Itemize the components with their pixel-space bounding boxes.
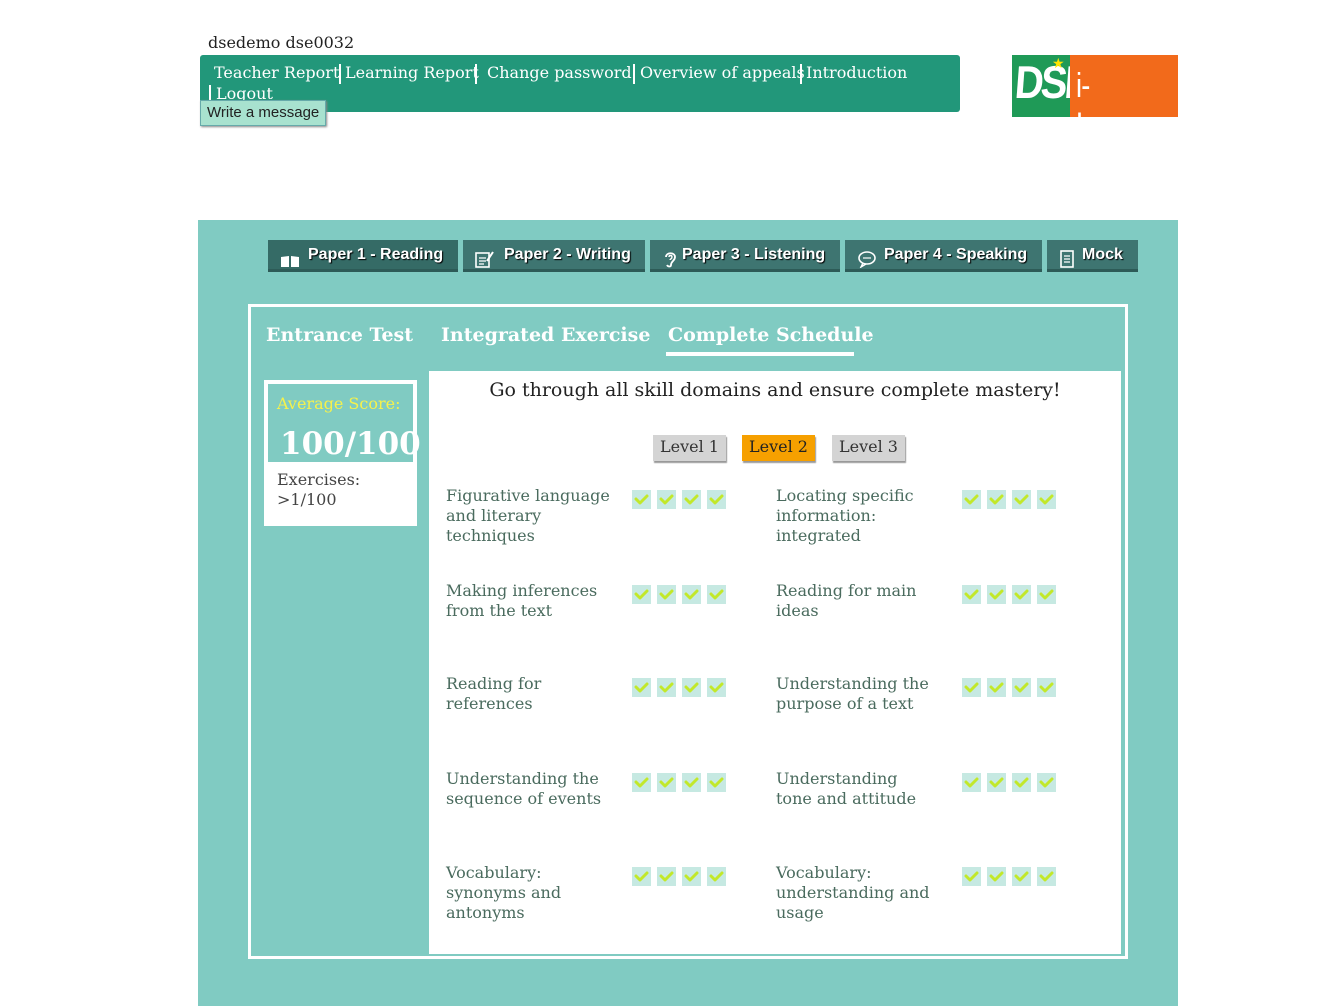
nav-separator <box>339 64 341 84</box>
nav-separator <box>633 64 635 84</box>
check-icon <box>707 678 726 697</box>
check-icon <box>657 678 676 697</box>
nav-separator <box>800 64 802 84</box>
level-1-button[interactable]: Level 1 <box>653 435 726 461</box>
skill-name: Reading for references <box>446 674 542 713</box>
exercises-value: >1/100 <box>277 490 337 509</box>
notepad-pencil-icon <box>475 249 494 268</box>
tab-label: Paper 4 - Speaking <box>884 246 1028 263</box>
tab-paper-1-reading[interactable]: Paper 1 - Reading <box>268 240 458 272</box>
nav-overview-appeals[interactable]: Overview of appeals <box>640 63 805 82</box>
schedule-content: Go through all skill domains and ensure … <box>429 371 1121 954</box>
skill-name: Vocabulary: understanding and usage <box>776 863 930 922</box>
check-icon <box>682 585 701 604</box>
schedule-headline: Go through all skill domains and ensure … <box>489 379 1061 401</box>
check-icon <box>632 490 651 509</box>
check-icon <box>682 678 701 697</box>
check-icon <box>962 678 981 697</box>
active-subtab-underline <box>666 352 854 356</box>
exercises-info: Exercises: >1/100 <box>277 470 360 510</box>
nav-learning-report[interactable]: Learning Report <box>345 63 479 82</box>
check-icon <box>962 773 981 792</box>
check-icon <box>987 867 1006 886</box>
check-icon <box>962 490 981 509</box>
check-icon <box>632 678 651 697</box>
nav-change-password[interactable]: Change password <box>487 63 632 82</box>
check-icon <box>1037 678 1056 697</box>
subtab-complete-schedule[interactable]: Complete Schedule <box>668 324 874 346</box>
speech-bubble-icon <box>857 249 876 269</box>
nav-separator <box>209 85 211 101</box>
skill-name: Understanding the purpose of a text <box>776 674 929 713</box>
skill-name: Reading for main ideas <box>776 581 917 620</box>
check-icon <box>1012 773 1031 792</box>
check-icon <box>707 867 726 886</box>
exercises-label: Exercises: <box>277 470 361 489</box>
nav-separator <box>475 64 477 84</box>
check-icon <box>1012 867 1031 886</box>
check-icon <box>1012 585 1031 604</box>
skill-name: Making inferences from the text <box>446 581 598 620</box>
tab-label: Paper 1 - Reading <box>308 246 444 263</box>
check-icon <box>682 867 701 886</box>
logo-green-block: DSE ★ <box>1012 55 1090 117</box>
skill-name: Figurative language and literary techniq… <box>446 486 610 545</box>
level-3-button[interactable]: Level 3 <box>832 435 905 461</box>
tab-paper-2-writing[interactable]: Paper 2 - Writing <box>463 240 645 272</box>
nav-introduction[interactable]: Introduction <box>806 63 907 82</box>
subtab-integrated-exercise[interactable]: Integrated Exercise <box>441 324 650 346</box>
check-icon <box>657 585 676 604</box>
check-icon <box>707 773 726 792</box>
check-icon <box>657 773 676 792</box>
tab-mock[interactable]: Mock <box>1047 240 1138 272</box>
tab-label: Mock <box>1082 246 1123 263</box>
tab-paper-4-speaking[interactable]: Paper 4 - Speaking <box>845 240 1042 272</box>
subtab-entrance-test[interactable]: Entrance Test <box>266 324 413 346</box>
check-icon <box>1037 490 1056 509</box>
user-name: dsedemo dse0032 <box>208 33 355 52</box>
tab-label: Paper 2 - Writing <box>504 246 631 263</box>
check-icon <box>962 867 981 886</box>
logo-ilearner-text: i-Learner <box>1076 67 1165 144</box>
check-icon <box>707 585 726 604</box>
book-icon <box>280 249 299 267</box>
tab-label: Paper 3 - Listening <box>682 246 826 263</box>
nav-teacher-report[interactable]: Teacher Report <box>214 63 339 82</box>
check-icon <box>1037 585 1056 604</box>
check-icon <box>1037 773 1056 792</box>
skill-name: Understanding tone and attitude <box>776 769 917 808</box>
star-icon: ★ <box>1052 56 1065 72</box>
check-icon <box>632 867 651 886</box>
check-icon <box>987 490 1006 509</box>
check-icon <box>987 678 1006 697</box>
write-message-button[interactable]: Write a message <box>200 100 327 126</box>
check-icon <box>987 773 1006 792</box>
score-header: Average Score: 100/100 <box>268 384 421 462</box>
check-icon <box>1012 490 1031 509</box>
check-icon <box>962 585 981 604</box>
check-icon <box>987 585 1006 604</box>
score-card: Average Score: 100/100 Exercises: >1/100 <box>264 380 421 526</box>
check-icon <box>682 490 701 509</box>
tab-paper-3-listening[interactable]: Paper 3 - Listening <box>650 240 840 272</box>
check-icon <box>632 773 651 792</box>
check-icon <box>707 490 726 509</box>
skill-name: Locating specific information: integrate… <box>776 486 914 545</box>
nav-logout[interactable]: Logout <box>216 84 273 100</box>
level-2-button[interactable]: Level 2 <box>742 435 815 461</box>
logo-orange-block: i-Learner <box>1070 55 1178 144</box>
average-score-label: Average Score: <box>277 394 401 413</box>
check-icon <box>632 585 651 604</box>
ear-icon <box>662 249 680 268</box>
check-icon <box>657 867 676 886</box>
dse-ilearner-logo: DSE ★ i-Learner <box>1012 55 1178 144</box>
document-icon <box>1059 249 1077 268</box>
check-icon <box>1037 867 1056 886</box>
check-icon <box>1012 678 1031 697</box>
skill-name: Understanding the sequence of events <box>446 769 602 808</box>
average-score-value: 100/100 <box>280 426 421 462</box>
check-icon <box>682 773 701 792</box>
skill-name: Vocabulary: synonyms and antonyms <box>446 863 562 922</box>
check-icon <box>657 490 676 509</box>
